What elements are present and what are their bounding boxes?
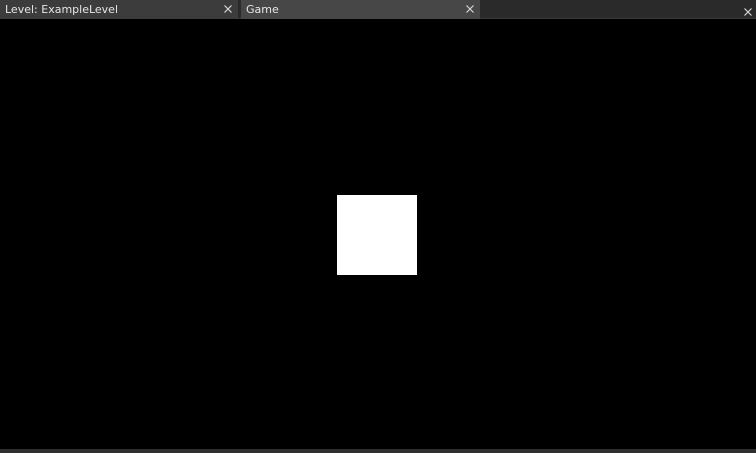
tab-bar: Level: ExampleLevel Game [0, 0, 756, 19]
white-square-entity [337, 195, 417, 275]
tab-game[interactable]: Game [241, 0, 480, 19]
close-icon[interactable] [742, 3, 754, 16]
editor-window: Level: ExampleLevel Game [0, 0, 756, 453]
game-viewport[interactable] [0, 20, 756, 449]
tab-level[interactable]: Level: ExampleLevel [0, 0, 238, 19]
close-icon[interactable] [222, 3, 234, 15]
bottom-edge [0, 449, 756, 453]
close-icon[interactable] [464, 3, 476, 15]
tab-game-label: Game [246, 3, 279, 16]
tab-level-label: Level: ExampleLevel [5, 3, 118, 16]
